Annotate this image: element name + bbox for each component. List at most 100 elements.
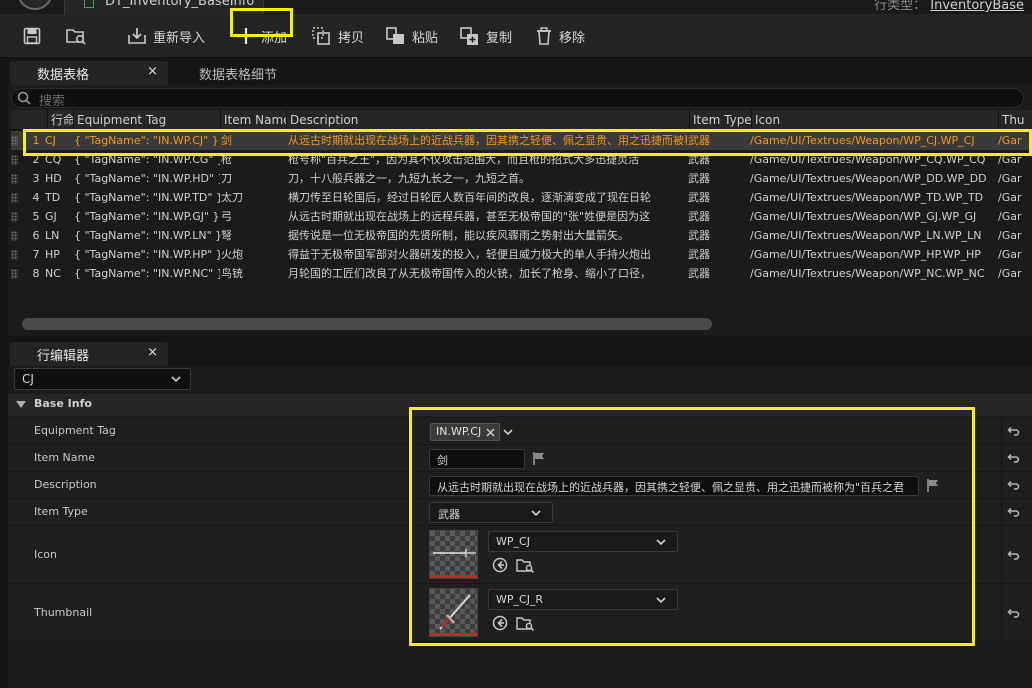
cell-row-name: TD xyxy=(45,191,61,204)
tab-datatable-details[interactable]: 数据表格细节 xyxy=(199,61,319,85)
reset-column-divider xyxy=(1001,472,1002,498)
cell-item-name: 鸟铳 xyxy=(221,267,243,280)
chevron-down-icon xyxy=(171,376,181,383)
cell-item-name: 刀 xyxy=(221,172,232,185)
engine-logo-icon xyxy=(17,0,53,10)
datatable-asset-icon xyxy=(84,0,94,8)
row-drag-handle-icon[interactable] xyxy=(11,193,18,203)
cell-item-type: 武器 xyxy=(688,172,710,185)
cell-description: 从远古时期就出现在战场上的远程兵器，甚至无极帝国的"张"姓便是因为这 xyxy=(288,210,651,223)
browse-icon xyxy=(66,29,86,45)
col-header-item-name[interactable]: Item Name xyxy=(220,110,286,130)
cell-icon-path: /Game/UI/Textrues/Weapon/WP_NC.WP_NC xyxy=(750,267,985,280)
copy-row-button[interactable]: 拷贝 xyxy=(311,22,364,50)
cell-row-number: 6 xyxy=(32,229,40,242)
row-drag-handle-icon[interactable] xyxy=(11,231,18,241)
close-icon[interactable]: × xyxy=(147,64,158,79)
title-strip: DT_Inventory_BaseInfo 行类型： InventoryBase xyxy=(0,0,1032,14)
row-drag-handle-icon[interactable] xyxy=(11,269,18,279)
browse-asset-button[interactable] xyxy=(62,22,90,50)
tab-datatable[interactable]: 数据表格 × xyxy=(10,61,168,85)
search-input[interactable]: 搜索 xyxy=(11,88,1024,109)
col-header-item-type[interactable]: Item Type xyxy=(689,110,751,130)
table-row[interactable]: 4 TD { "TagName": "IN.WP.TD" } 太刀 横刀传至日轮国后，经… xyxy=(11,188,1032,207)
row-selector-value: CJ xyxy=(22,372,34,386)
remove-label: 移除 xyxy=(559,30,586,46)
cell-equipment-tag: { "TagName": "IN.WP.NC" } xyxy=(74,267,220,280)
row-selector-dropdown[interactable]: CJ xyxy=(14,368,191,390)
cell-equipment-tag: { "TagName": "IN.WP.HP" } xyxy=(74,248,220,261)
copy-icon xyxy=(312,27,330,45)
col-header-description[interactable]: Description xyxy=(286,110,689,130)
tab-row-editor-label: 行编辑器 xyxy=(37,348,90,364)
section-title: Base Info xyxy=(34,397,92,410)
cell-equipment-tag: { "TagName": "IN.WP.LN" } xyxy=(74,229,220,242)
row-drag-handle-icon[interactable] xyxy=(11,155,18,165)
cell-item-name: 太刀 xyxy=(221,191,243,204)
cell-row-name: HP xyxy=(45,248,60,261)
cell-item-type: 武器 xyxy=(688,191,710,204)
remove-row-button[interactable]: 移除 xyxy=(534,22,585,50)
table-row[interactable]: 3 HD { "TagName": "IN.WP.HD" } 刀 刀，十八般兵器之一，九… xyxy=(11,169,1032,188)
row-type-link[interactable]: InventoryBase xyxy=(930,0,1024,13)
horizontal-scrollbar[interactable] xyxy=(22,318,712,330)
reimport-label: 重新导入 xyxy=(153,30,206,46)
cell-description: 据传说是一位无极帝国的先贤所制，能以疾风骤雨之势射出大量箭矢。 xyxy=(288,229,629,242)
col-header-icon[interactable]: Icon xyxy=(751,110,998,130)
reset-to-default-icon[interactable] xyxy=(1006,606,1020,620)
cell-row-name: NC xyxy=(45,267,61,280)
cell-item-name: 火炮 xyxy=(221,248,243,261)
prop-label: Description xyxy=(34,478,97,491)
prop-label: Item Type xyxy=(34,505,88,518)
duplicate-label: 复制 xyxy=(486,30,513,46)
row-drag-handle-icon[interactable] xyxy=(11,136,18,146)
cell-row-number: 8 xyxy=(32,267,40,280)
cell-row-name: GJ xyxy=(45,210,57,223)
search-icon xyxy=(17,91,31,105)
table-row[interactable]: 6 LN { "TagName": "IN.WP.LN" } 弩 据传说是一位无极帝国的… xyxy=(11,226,1032,245)
reset-to-default-icon[interactable] xyxy=(1006,451,1020,465)
col-header-handle xyxy=(11,110,23,130)
tab-row-editor[interactable]: 行编辑器 × xyxy=(10,342,168,366)
cell-thumbnail-path: /Gar xyxy=(998,172,1022,185)
col-header-row-name[interactable]: 行命名 xyxy=(47,110,73,130)
save-button[interactable] xyxy=(18,22,46,50)
reimport-button[interactable]: 重新导入 xyxy=(126,22,205,50)
cell-thumbnail-path: /Gar xyxy=(998,210,1022,223)
row-editor-tabbar: 行编辑器 × xyxy=(8,339,1032,366)
cell-icon-path: /Game/UI/Textrues/Weapon/WP_TD.WP_TD xyxy=(750,191,984,204)
cell-thumbnail-path: /Gar xyxy=(998,248,1022,261)
reset-to-default-icon[interactable] xyxy=(1006,548,1020,562)
row-drag-handle-icon[interactable] xyxy=(11,250,18,260)
reset-column-divider xyxy=(1001,445,1002,471)
row-type-indicator: 行类型： InventoryBase xyxy=(874,0,1024,13)
reset-column-divider xyxy=(1001,499,1002,525)
row-drag-handle-icon[interactable] xyxy=(11,174,18,184)
reset-to-default-icon[interactable] xyxy=(1006,478,1020,492)
cell-icon-path: /Game/UI/Textrues/Weapon/WP_HP.WP_HP xyxy=(750,248,981,261)
cell-description: 月轮国的工匠们改良了从无极帝国传入的火铳，加长了枪身、缩小了口径， xyxy=(288,267,651,280)
trash-icon xyxy=(537,27,551,45)
duplicate-row-button[interactable]: 复制 xyxy=(459,22,512,50)
reset-to-default-icon[interactable] xyxy=(1006,424,1020,438)
cell-item-name: 弓 xyxy=(221,210,232,223)
reset-column-divider xyxy=(1001,418,1002,444)
table-row[interactable]: 5 GJ { "TagName": "IN.WP.GJ" } 弓 从远古时期就出现在战场… xyxy=(11,207,1032,226)
reset-column-divider xyxy=(1001,526,1002,583)
cell-row-number: 7 xyxy=(32,248,40,261)
prop-label: Thumbnail xyxy=(34,606,93,619)
close-icon[interactable]: × xyxy=(147,345,158,360)
paste-row-button[interactable]: 粘贴 xyxy=(385,22,438,50)
col-header-equipment-tag[interactable]: Equipment Tag xyxy=(73,110,220,130)
table-row[interactable]: 8 NC { "TagName": "IN.WP.NC" } 鸟铳 月轮国的工匠们改良了… xyxy=(11,264,1032,283)
reset-to-default-icon[interactable] xyxy=(1006,505,1020,519)
prop-label: Icon xyxy=(34,548,57,561)
left-gutter xyxy=(0,58,8,688)
cell-icon-path: /Game/UI/Textrues/Weapon/WP_DD.WP_DD xyxy=(750,172,987,185)
prop-label: Equipment Tag xyxy=(34,424,116,437)
col-header-thumbnail[interactable]: Thu xyxy=(998,110,1032,130)
cell-description: 得益于无极帝国军部对火器研发的投入，轻便且威力极大的单人手持火炮出 xyxy=(288,248,651,261)
row-drag-handle-icon[interactable] xyxy=(11,212,18,222)
table-row[interactable]: 7 HP { "TagName": "IN.WP.HP" } 火炮 得益于无极帝国军部对… xyxy=(11,245,1032,264)
datatable-panel: 数据表格 × 数据表格细节 搜索 行命名 Equipment Tag Item … xyxy=(8,58,1032,336)
